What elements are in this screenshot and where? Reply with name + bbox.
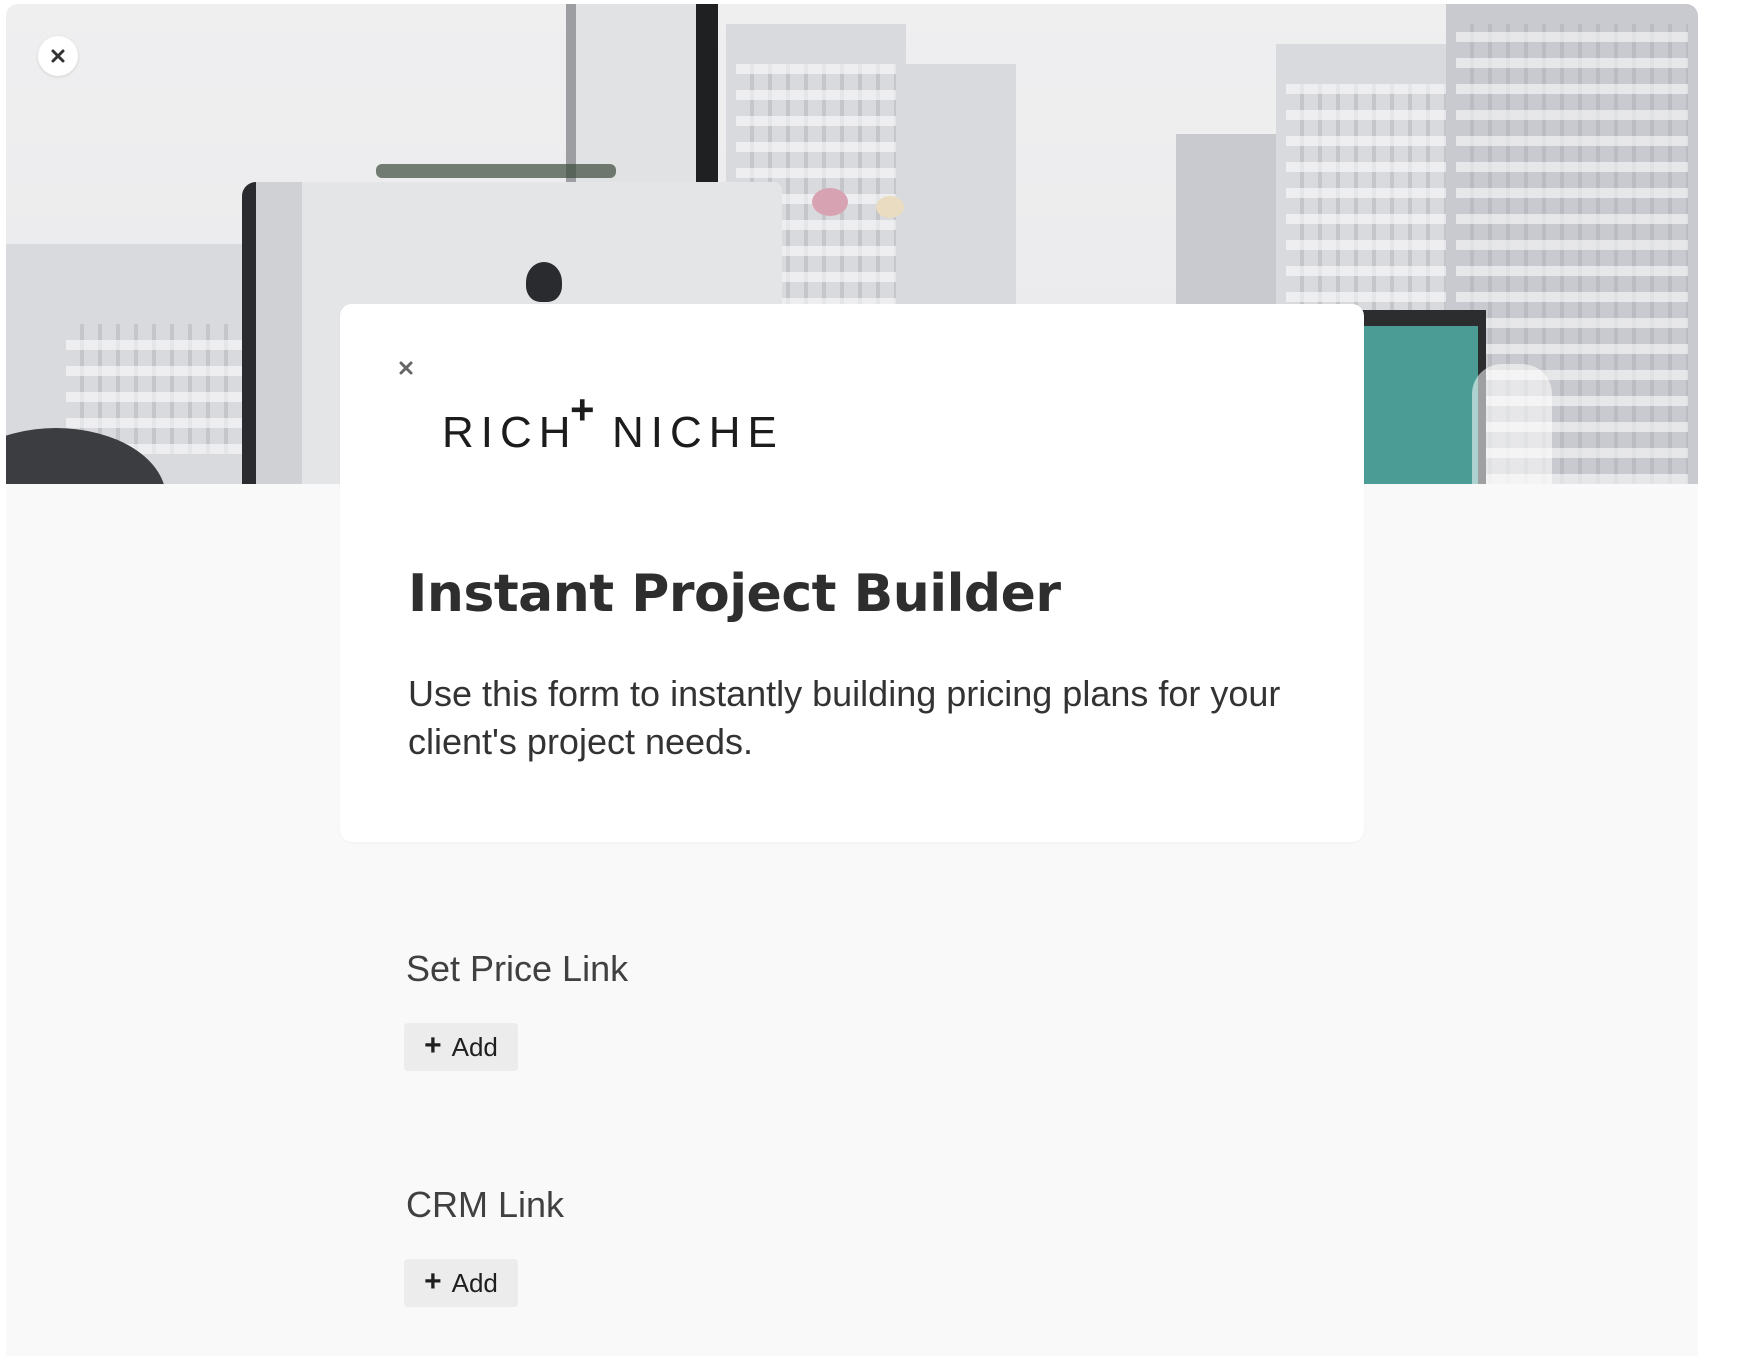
- card-close-button[interactable]: [394, 356, 418, 380]
- add-button-label: Add: [451, 1267, 498, 1298]
- logo-word-niche: NICHE: [612, 408, 784, 457]
- plus-icon: +: [424, 1264, 442, 1298]
- form-page: RICH + NICHE Instant Project Builder Use…: [6, 4, 1698, 1356]
- plus-icon: +: [424, 1028, 442, 1062]
- section-title-crm-link: CRM Link: [406, 1184, 565, 1225]
- close-icon: [51, 49, 65, 63]
- brand-logo: RICH + NICHE: [442, 386, 802, 460]
- add-set-price-link-button[interactable]: + Add: [404, 1023, 518, 1071]
- form-description: Use this form to instantly building pric…: [408, 673, 1281, 762]
- form-header-card: RICH + NICHE Instant Project Builder Use…: [340, 304, 1364, 842]
- cover-close-button[interactable]: [38, 36, 78, 76]
- add-crm-link-button[interactable]: + Add: [404, 1259, 518, 1307]
- close-icon: [399, 361, 413, 375]
- logo-word-rich: RICH: [442, 408, 578, 457]
- form-title: Instant Project Builder: [408, 564, 1061, 624]
- section-title-set-price-link: Set Price Link: [406, 948, 629, 989]
- logo-plus: +: [570, 386, 595, 433]
- add-button-label: Add: [451, 1031, 498, 1062]
